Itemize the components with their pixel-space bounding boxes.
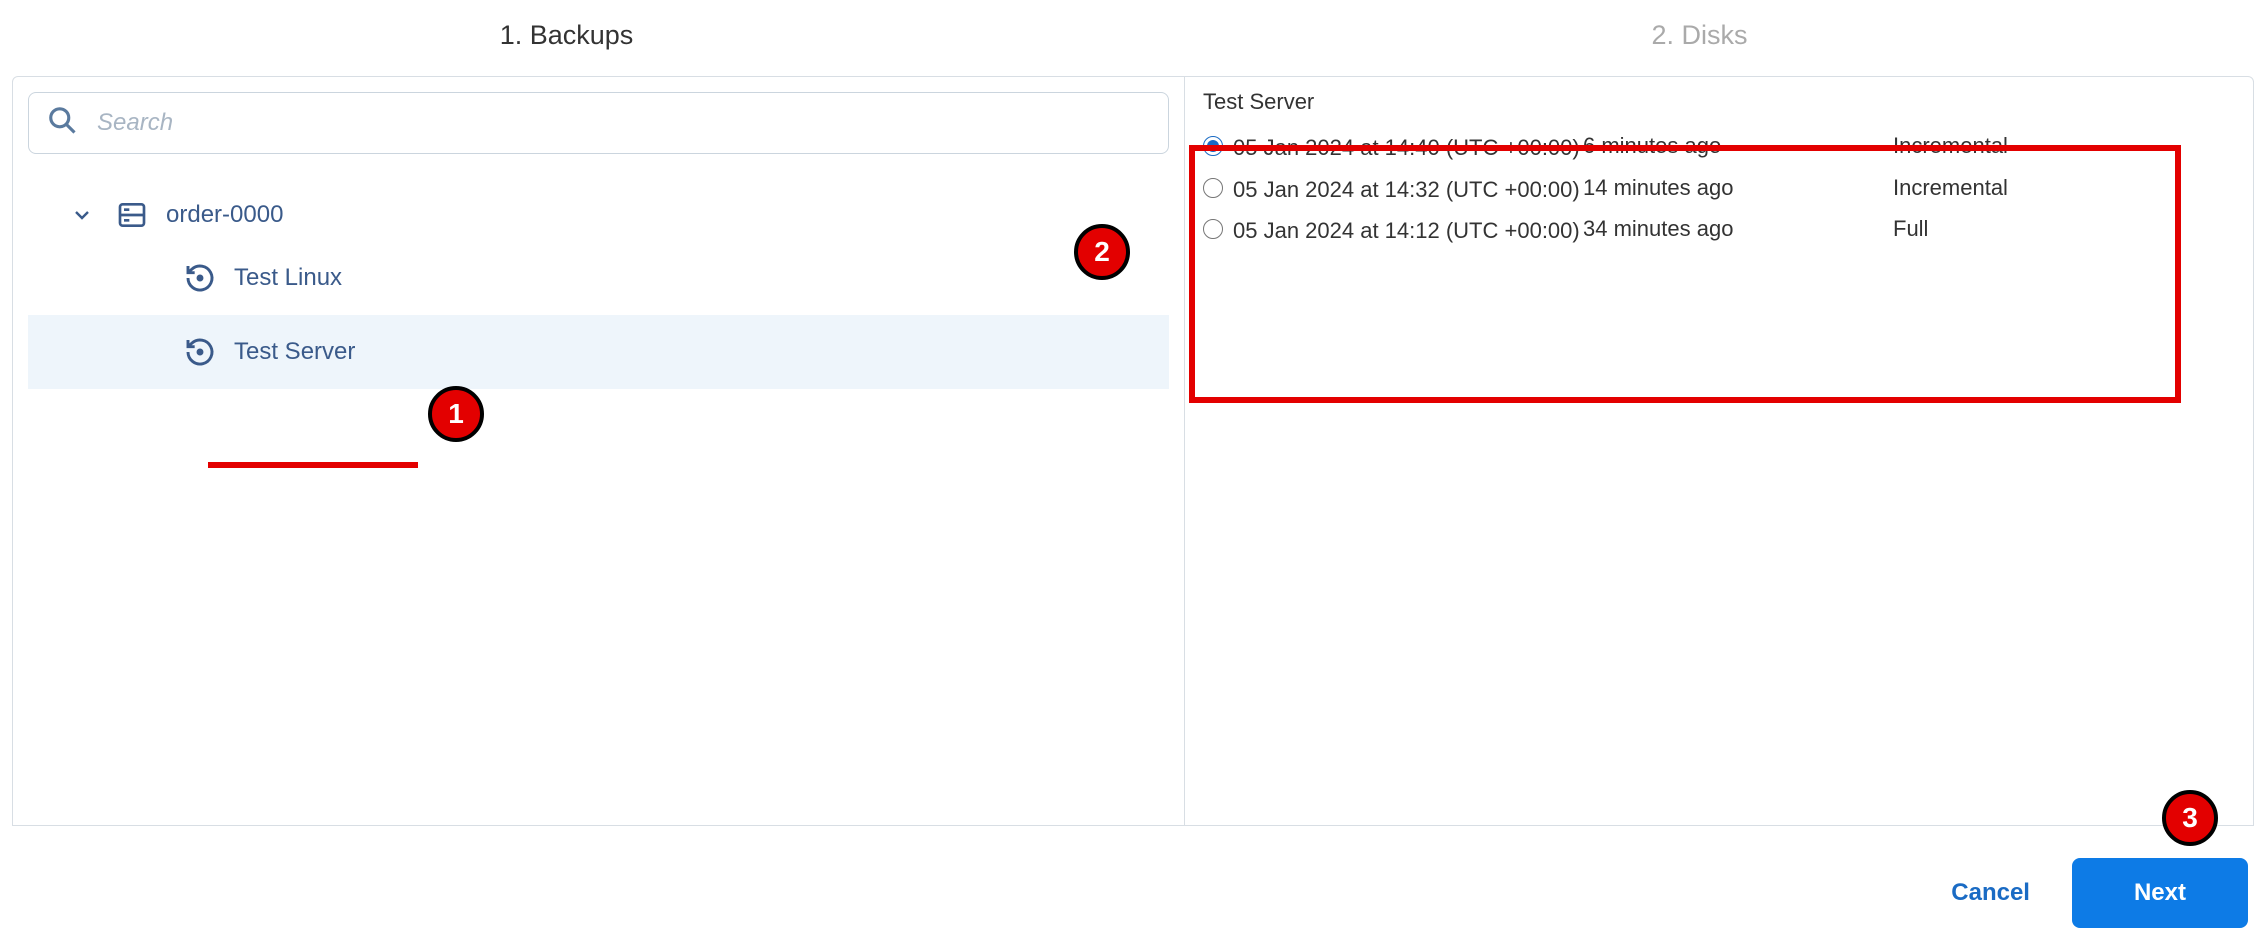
backup-ago: 14 minutes ago (1583, 175, 1893, 201)
annotation-underline (208, 462, 418, 468)
footer-actions: Cancel Next (1939, 858, 2248, 928)
backup-datetime: 05 Jan 2024 at 14:12 (UTC +00:00) (1233, 216, 1583, 246)
backup-row[interactable]: 05 Jan 2024 at 14:12 (UTC +00:00) 34 min… (1203, 210, 2235, 252)
search-container[interactable] (28, 92, 1169, 154)
cancel-button[interactable]: Cancel (1939, 861, 2042, 925)
backup-radio[interactable] (1203, 178, 1223, 198)
backup-datetime: 05 Jan 2024 at 14:40 (UTC +00:00) (1233, 133, 1583, 163)
backup-ago: 6 minutes ago (1583, 133, 1893, 159)
tree-node-order[interactable]: order-0000 (28, 189, 1169, 241)
annotation-badge-3: 3 (2162, 790, 2218, 846)
backup-type: Incremental (1893, 133, 2235, 159)
tree-node-test-server[interactable]: Test Server (28, 315, 1169, 389)
backup-tree: order-0000 Test Linux (28, 189, 1169, 389)
tree-node-label: Test Linux (234, 264, 342, 292)
backup-datetime: 05 Jan 2024 at 14:32 (UTC +00:00) (1233, 175, 1583, 205)
backup-row[interactable]: 05 Jan 2024 at 14:40 (UTC +00:00) 6 minu… (1203, 127, 2235, 169)
backup-ago: 34 minutes ago (1583, 216, 1893, 242)
restore-icon (184, 262, 216, 294)
backup-source-panel: order-0000 Test Linux (13, 77, 1185, 825)
backup-details-panel: Test Server 05 Jan 2024 at 14:40 (UTC +0… (1185, 77, 2253, 825)
wizard-steps: 1. Backups 2. Disks (0, 0, 2266, 76)
wizard-step-backups[interactable]: 1. Backups (0, 20, 1133, 51)
next-button[interactable]: Next (2072, 858, 2248, 928)
backup-radio[interactable] (1203, 136, 1223, 156)
backup-type: Incremental (1893, 175, 2235, 201)
details-title: Test Server (1203, 89, 2235, 115)
annotation-badge-2: 2 (1074, 224, 1130, 280)
tree-node-label: Test Server (234, 338, 355, 366)
annotation-badge-1: 1 (428, 386, 484, 442)
main-panel: order-0000 Test Linux (12, 76, 2254, 826)
search-input[interactable] (97, 109, 1150, 137)
chevron-down-icon (70, 203, 94, 227)
backup-radio[interactable] (1203, 219, 1223, 239)
restore-icon (184, 336, 216, 368)
server-icon (116, 199, 148, 231)
backup-type: Full (1893, 216, 2235, 242)
tree-node-test-linux[interactable]: Test Linux (28, 241, 1169, 315)
backup-list: 05 Jan 2024 at 14:40 (UTC +00:00) 6 minu… (1203, 127, 2235, 252)
wizard-step-disks[interactable]: 2. Disks (1133, 20, 2266, 51)
backup-row[interactable]: 05 Jan 2024 at 14:32 (UTC +00:00) 14 min… (1203, 169, 2235, 211)
tree-node-label: order-0000 (166, 201, 283, 229)
search-icon (47, 105, 77, 141)
